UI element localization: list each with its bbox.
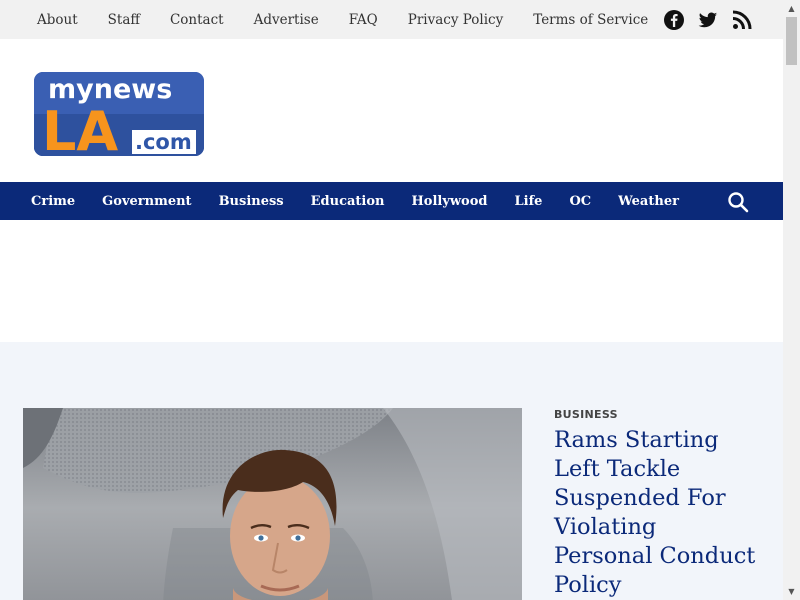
logo-text-la: LA [42, 100, 118, 156]
top-nav-about[interactable]: About [37, 12, 78, 28]
featured-category[interactable]: BUSINESS [554, 408, 618, 421]
nav-item-education[interactable]: Education [311, 194, 385, 209]
nav-item-life[interactable]: Life [515, 194, 543, 209]
site-logo[interactable]: mynews LA .com [34, 72, 204, 156]
top-nav-advertise[interactable]: Advertise [254, 12, 319, 28]
top-nav-terms-of-service[interactable]: Terms of Service [533, 12, 648, 28]
top-nav-faq[interactable]: FAQ [349, 12, 378, 28]
nav-item-hollywood[interactable]: Hollywood [411, 194, 487, 209]
nav-item-oc[interactable]: OC [569, 194, 591, 209]
search-icon[interactable] [727, 191, 749, 213]
twitter-icon[interactable] [697, 9, 719, 31]
featured-section: BUSINESS Rams Starting Left Tackle Suspe… [0, 342, 783, 600]
top-nav-contact[interactable]: Contact [170, 12, 224, 28]
scroll-down-arrow-icon[interactable]: ▼ [783, 583, 800, 600]
facebook-icon[interactable] [663, 9, 685, 31]
page-scrollbar[interactable]: ▲ ▼ [783, 0, 800, 600]
logo-text-dotcom: .com [135, 130, 192, 154]
nav-item-government[interactable]: Government [102, 194, 191, 209]
nav-item-weather[interactable]: Weather [618, 194, 679, 209]
main-nav: Crime Government Business Education Holl… [31, 194, 706, 209]
top-nav-staff[interactable]: Staff [108, 12, 140, 28]
scrollbar-thumb[interactable] [786, 17, 797, 65]
top-nav-privacy-policy[interactable]: Privacy Policy [408, 12, 504, 28]
main-nav-bar: Crime Government Business Education Holl… [0, 182, 783, 220]
nav-item-crime[interactable]: Crime [31, 194, 75, 209]
rss-icon[interactable] [731, 9, 753, 31]
featured-headline[interactable]: Rams Starting Left Tackle Suspended For … [554, 426, 759, 600]
top-utility-bar: About Staff Contact Advertise FAQ Privac… [0, 0, 783, 39]
top-nav: About Staff Contact Advertise FAQ Privac… [37, 12, 678, 28]
scroll-up-arrow-icon[interactable]: ▲ [783, 0, 800, 17]
page: About Staff Contact Advertise FAQ Privac… [0, 0, 783, 600]
ad-space [0, 220, 783, 342]
featured-image[interactable] [23, 408, 522, 600]
social-links [663, 9, 753, 31]
nav-item-business[interactable]: Business [219, 194, 284, 209]
